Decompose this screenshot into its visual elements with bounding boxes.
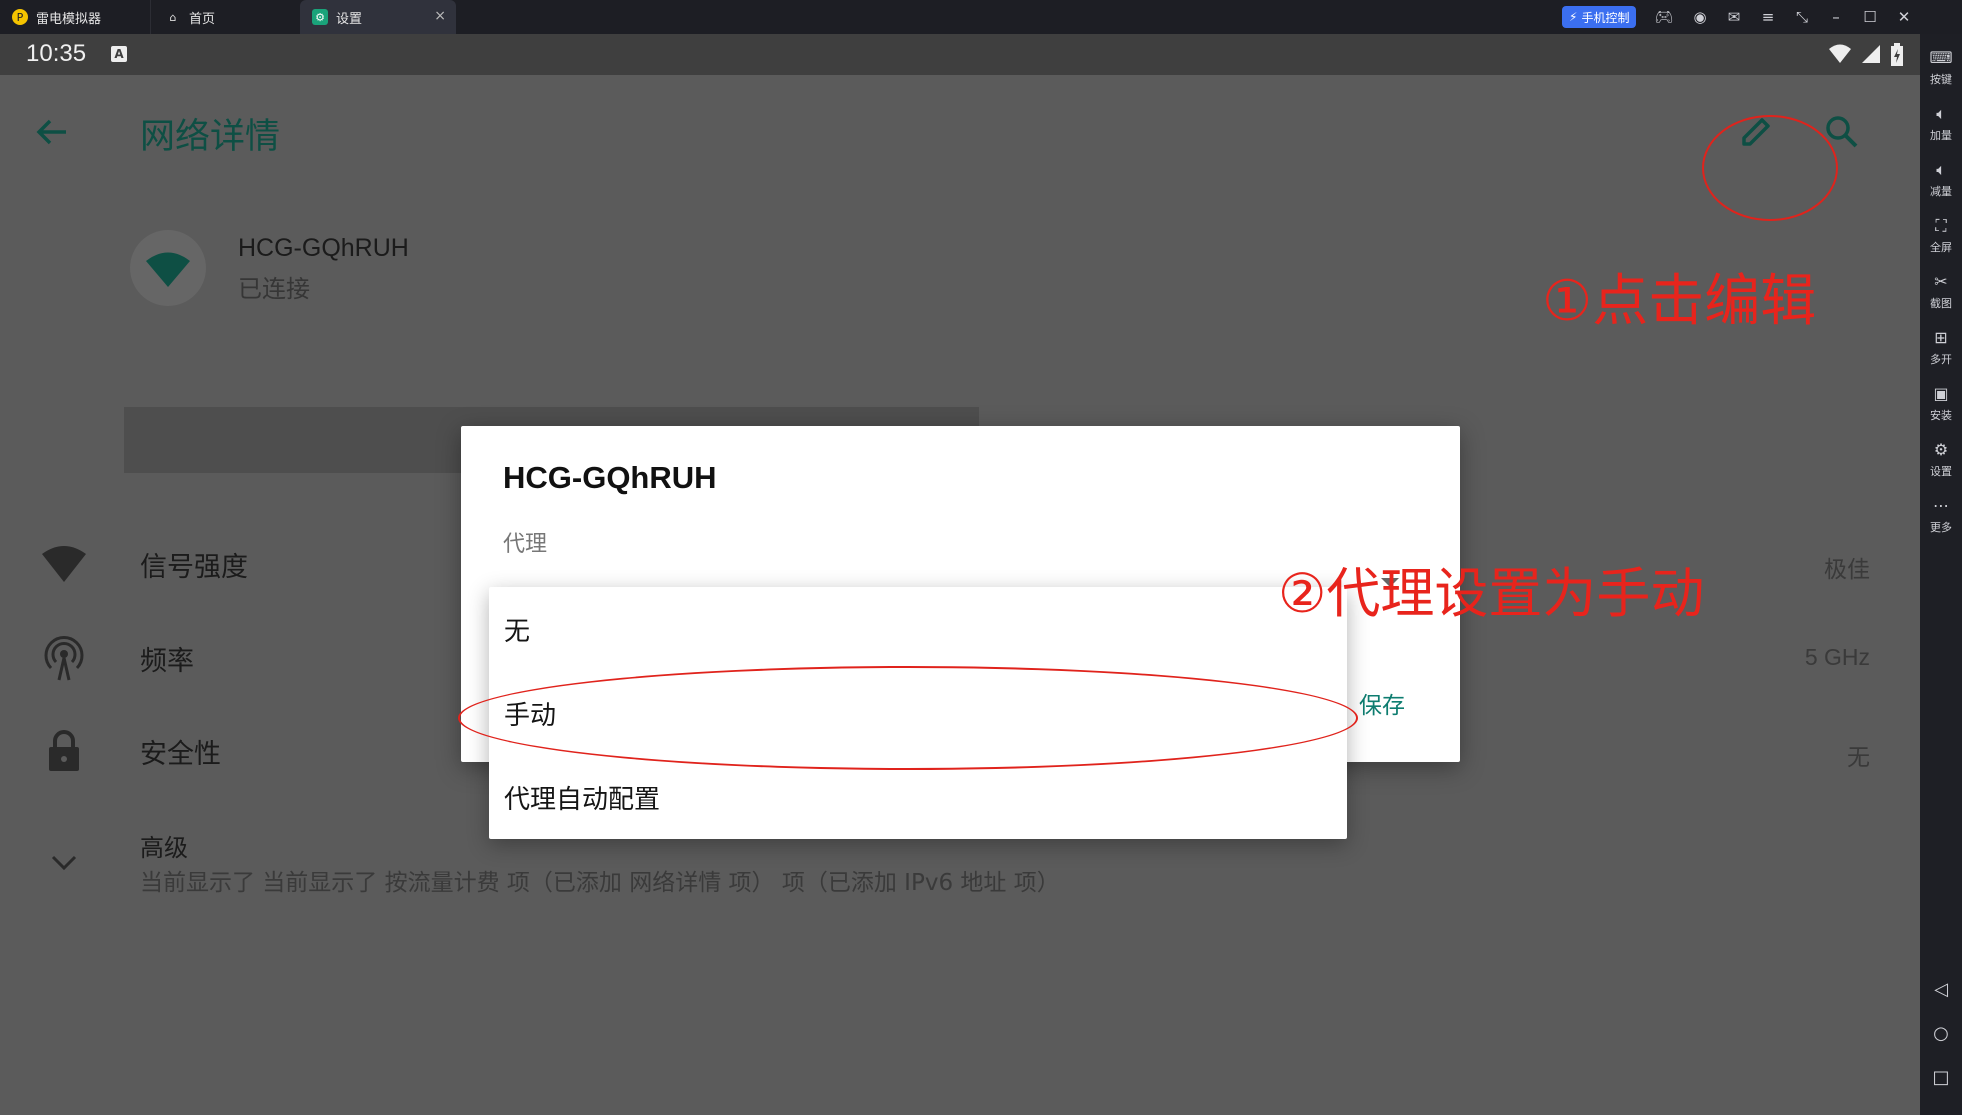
frequency-value: 5 GHz xyxy=(1804,644,1870,670)
tab-label: 雷电模拟器 xyxy=(36,11,102,27)
advanced-label[interactable]: 高级 xyxy=(140,828,188,863)
tab-home[interactable]: ⌂ 首页 xyxy=(150,0,310,34)
home-icon: ⌂ xyxy=(169,10,177,24)
network-name: HCG-GQhRUH xyxy=(238,234,409,262)
signal-strength-icon xyxy=(36,536,92,592)
wifi-status-icon xyxy=(1829,44,1851,63)
multi-instance-icon: ⊞ xyxy=(1934,328,1948,347)
keyboard-icon: ⌨ xyxy=(1929,48,1953,67)
tab-app[interactable]: P 雷电模拟器 xyxy=(0,0,162,34)
emulator-titlebar: P 雷电模拟器 ⌂ 首页 ⚙ 设置 × ⚡ 手机控制 🎮︎ ◉ ✉ ≡ ⤡ – … xyxy=(0,0,1962,34)
sidebar-label: 截图 xyxy=(1930,297,1952,310)
menu-icon[interactable]: ≡ xyxy=(1756,5,1780,29)
lightning-icon: ⚡ xyxy=(1569,10,1578,24)
tab-label: 设置 xyxy=(336,11,363,27)
sidebar-label: 更多 xyxy=(1930,521,1952,534)
apk-icon: ▣ xyxy=(1933,384,1949,403)
nav-home-icon[interactable]: ○ xyxy=(1920,1018,1962,1048)
maximize-icon[interactable]: ☐ xyxy=(1858,5,1882,29)
gamepad-icon[interactable]: 🎮︎ xyxy=(1652,5,1676,29)
signal-strength-value: 极佳 xyxy=(1824,556,1870,582)
close-icon[interactable]: × xyxy=(434,8,446,24)
sidebar-label: 按键 xyxy=(1930,73,1952,86)
status-bar: 10:35 A xyxy=(0,34,1920,75)
sidebar-settings[interactable]: ⚙ 设置 xyxy=(1920,440,1962,479)
dialog-title: HCG-GQhRUH xyxy=(503,460,717,495)
cell-signal-icon xyxy=(1862,45,1880,63)
proxy-label: 代理 xyxy=(503,532,548,557)
account-icon[interactable]: ◉ xyxy=(1688,5,1712,29)
gear-icon: ⚙ xyxy=(1933,440,1949,459)
sidebar-label: 减量 xyxy=(1930,185,1952,198)
sidebar-label: 设置 xyxy=(1930,465,1952,478)
chevron-down-icon[interactable] xyxy=(36,834,92,890)
sidebar-volume-down[interactable]: 🔈︎ 减量 xyxy=(1920,160,1962,199)
sidebar-label: 多开 xyxy=(1930,353,1952,366)
sidebar-install[interactable]: ▣ 安装 xyxy=(1920,384,1962,423)
sidebar-label: 加量 xyxy=(1930,129,1952,142)
sidebar-fullscreen[interactable]: ⛶ 全屏 xyxy=(1920,216,1962,255)
status-icons xyxy=(1828,43,1904,67)
minimize-icon[interactable]: – xyxy=(1824,5,1848,29)
notification-badge: A xyxy=(111,46,127,62)
volume-up-icon: 🔈︎ xyxy=(1936,104,1946,123)
status-time: 10:35 xyxy=(26,40,87,67)
scissors-icon: ✂ xyxy=(1934,272,1948,291)
annotation-oval-manual xyxy=(458,666,1358,770)
phone-control-button[interactable]: ⚡ 手机控制 xyxy=(1562,6,1637,28)
wifi-icon xyxy=(146,252,190,287)
security-label: 安全性 xyxy=(140,739,221,770)
sidebar-volume-up[interactable]: 🔈︎ 加量 xyxy=(1920,104,1962,143)
sidebar-more[interactable]: ⋯ 更多 xyxy=(1920,496,1962,535)
mail-icon[interactable]: ✉ xyxy=(1722,5,1746,29)
tab-label: 首页 xyxy=(189,11,216,27)
sidebar-label: 安装 xyxy=(1930,409,1952,422)
annotation-circle-edit xyxy=(1702,115,1838,221)
sidebar-label: 全屏 xyxy=(1930,241,1952,254)
emulator-sidebar: ⌨ 按键 🔈︎ 加量 🔈︎ 减量 ⛶ 全屏 ✂ 截图 ⊞ 多开 ▣ 安装 ⚙ 设… xyxy=(1920,34,1962,1115)
security-value: 无 xyxy=(1847,744,1870,770)
annotation-step2: ②代理设置为手动 xyxy=(1278,562,1705,625)
battery-icon xyxy=(1891,43,1903,66)
wifi-avatar xyxy=(130,230,206,306)
signal-strength-label: 信号强度 xyxy=(140,552,248,583)
nav-recents-icon[interactable]: □ xyxy=(1920,1062,1962,1092)
settings-app-icon: ⚙ xyxy=(312,9,328,25)
sidebar-multi-instance[interactable]: ⊞ 多开 xyxy=(1920,328,1962,367)
sidebar-screenshot[interactable]: ✂ 截图 xyxy=(1920,272,1962,311)
page-title: 网络详情 xyxy=(140,117,281,157)
back-arrow-icon[interactable] xyxy=(32,112,72,152)
sidebar-keymap[interactable]: ⌨ 按键 xyxy=(1920,48,1962,87)
network-status: 已连接 xyxy=(238,275,310,303)
annotation-step1: ①点击编辑 xyxy=(1542,269,1817,334)
frequency-label: 频率 xyxy=(140,646,194,677)
app-logo-icon: P xyxy=(12,9,28,25)
frequency-icon xyxy=(36,631,92,687)
fullscreen-icon: ⛶ xyxy=(1935,216,1947,235)
phone-control-label: 手机控制 xyxy=(1581,10,1630,25)
proxy-option-none[interactable]: 无 xyxy=(489,587,1347,671)
more-icon: ⋯ xyxy=(1933,496,1949,515)
lock-icon xyxy=(36,723,92,779)
shrink-icon[interactable]: ⤡ xyxy=(1790,5,1814,29)
save-button[interactable]: 保存 xyxy=(1359,686,1405,720)
advanced-summary: 当前显示了 当前显示了 按流量计费 项（已添加 网络详情 项） 项（已添加 IP… xyxy=(140,870,1060,896)
android-screen: 10:35 A 网络详情 HCG-GQhRUH 已连接 信号强度 极佳 频率 5… xyxy=(0,34,1920,1115)
volume-down-icon: 🔈︎ xyxy=(1936,160,1946,179)
close-window-icon[interactable]: ✕ xyxy=(1892,5,1916,29)
tab-settings[interactable]: ⚙ 设置 × xyxy=(300,0,456,34)
nav-back-icon[interactable]: ◁ xyxy=(1920,974,1962,1004)
